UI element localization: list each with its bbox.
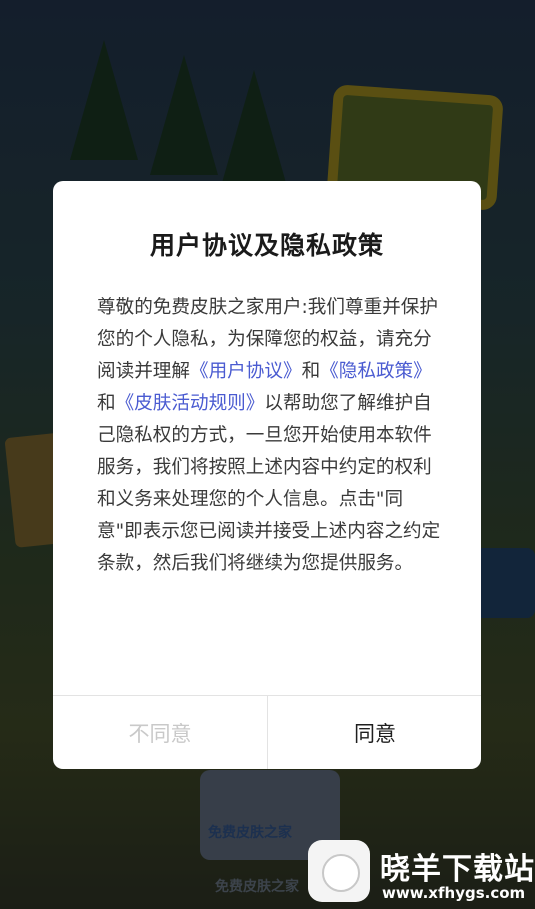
dialog-body-text: 和 [301,361,321,382]
watermark-url: www.xfhygs.com [382,884,526,902]
sheep-logo-icon [308,840,370,902]
privacy-dialog: 用户协议及隐私政策 尊敬的免费皮肤之家用户:我们尊重并保护您的个人隐私，为保障您… [53,181,481,769]
dialog-body-text: 和 [97,393,116,414]
disagree-button[interactable]: 不同意 [53,696,267,769]
dialog-body-text: 以帮助您了解维护自己隐私权的方式，一旦您开始使用本软件服务，我们将按照上述内容中… [97,393,441,574]
user-agreement-link[interactable]: 《用户协议》 [190,361,302,382]
sheep-face-icon [322,854,360,892]
dialog-body: 尊敬的免费皮肤之家用户:我们尊重并保护您的个人隐私，为保障您的权益，请充分阅读并… [97,292,441,580]
agree-button[interactable]: 同意 [268,696,481,769]
watermark-name: 晓羊下载站 [380,852,535,887]
privacy-policy-link[interactable]: 《隐私政策》 [320,361,432,382]
dialog-title: 用户协议及隐私政策 [149,231,384,260]
activity-rules-link[interactable]: 《皮肤活动规则》 [116,393,265,414]
screen: 免费皮肤之家 免费皮肤之家 用户协议及隐私政策 尊敬的免费皮肤之家用户:我们尊重… [0,0,535,909]
